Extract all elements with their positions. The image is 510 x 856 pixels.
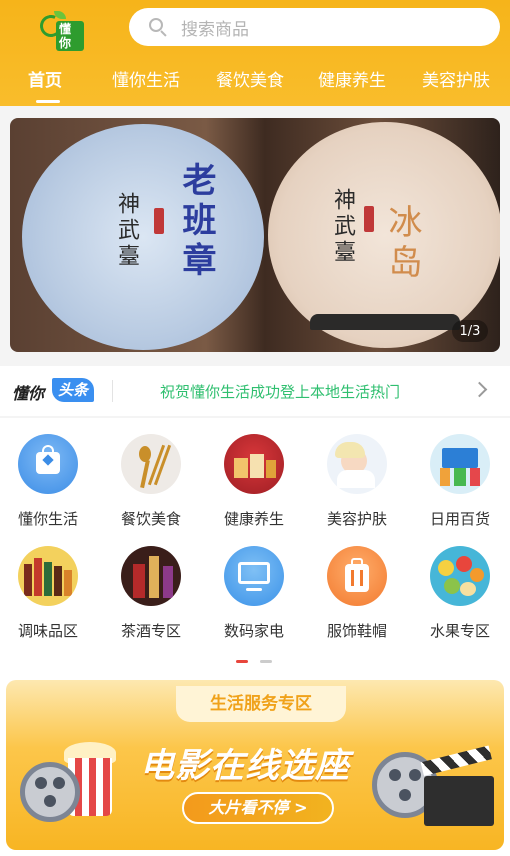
app-logo[interactable]: 懂你 [36,11,84,51]
category-label: 美容护肤 [326,510,387,528]
category-label: 茶酒专区 [120,622,181,640]
news-divider [112,380,113,402]
category-tea-wine[interactable]: 茶酒专区 [101,530,201,640]
category-grid: 懂你生活 餐饮美食 健康养生 美容护肤 日用百货 调味品区 茶酒专区 数码家电 … [0,418,510,674]
spoon-chopsticks-icon [121,434,181,494]
category-food[interactable]: 餐饮美食 [101,418,201,528]
tab-beauty[interactable]: 美容护肤 [422,66,490,91]
active-tab-indicator [36,100,60,103]
category-daily-goods[interactable]: 日用百货 [410,418,510,528]
category-label: 调味品区 [17,622,78,640]
red-seal-icon [154,208,164,234]
search-placeholder: 搜索商品 [181,19,249,40]
category-tabs: 首页 懂你生活 餐饮美食 健康养生 美容护肤 [0,58,510,103]
category-label: 懂你生活 [17,510,78,528]
section-title: 生活服务专区 [176,686,346,722]
skincare-icon [327,434,387,494]
category-label: 健康养生 [223,510,284,528]
category-beauty[interactable]: 美容护肤 [307,418,407,528]
daily-goods-icon [430,434,490,494]
category-label: 日用百货 [429,510,490,528]
news-headline[interactable]: 祝贺懂你生活成功登上本地生活热门 [160,381,400,402]
cake-brand-label: 神武臺 [114,192,139,270]
tea-wine-icon [121,546,181,606]
category-label: 数码家电 [223,622,284,640]
health-products-icon [224,434,284,494]
logo-text: 懂你 [56,21,84,51]
banner-carousel[interactable]: 神武臺 老班章 神武臺 冰岛 1/3 [10,118,500,352]
monitor-icon [224,546,284,606]
top-header: 懂你 搜索商品 首页 懂你生活 餐饮美食 健康养生 美容护肤 [0,0,510,106]
cake-title-label: 老班章 [176,162,216,282]
tab-home[interactable]: 首页 [28,66,62,91]
watch-movies-button[interactable]: 大片看不停 > [182,792,334,824]
category-digital[interactable]: 数码家电 [204,530,304,640]
seasoning-icon [18,546,78,606]
category-health[interactable]: 健康养生 [204,418,304,528]
pager-dot [260,660,272,663]
search-icon [149,18,167,37]
category-seasoning[interactable]: 调味品区 [0,530,98,640]
category-fruit[interactable]: 水果专区 [410,530,510,640]
banner-pager: 1/3 [452,320,488,342]
category-apparel[interactable]: 服饰鞋帽 [307,530,407,640]
category-dongni-life[interactable]: 懂你生活 [0,418,98,528]
cake-brand-label: 神武臺 [330,188,355,266]
promo-headline: 电影在线选座 [140,746,350,786]
clapperboard-icon [420,745,494,826]
life-service-section: 生活服务专区 电影在线选座 大片看不停 > [0,674,510,856]
search-bar[interactable]: 搜索商品 [129,8,500,46]
cake-stand [310,314,460,330]
banner-slide-laobanzhang: 神武臺 老班章 [22,124,264,350]
red-seal-icon [364,206,374,232]
tab-food[interactable]: 餐饮美食 [216,66,284,91]
news-brand-text: 懂你 [12,384,45,403]
fruit-icon [430,546,490,606]
cake-title-label: 冰岛 [382,204,422,284]
category-label: 服饰鞋帽 [326,622,387,640]
chevron-right-icon[interactable] [471,381,488,398]
shopping-bag-icon [18,434,78,494]
category-label: 餐饮美食 [120,510,181,528]
tab-health[interactable]: 健康养生 [318,66,386,91]
news-ticker[interactable]: 懂你 头条 祝贺懂你生活成功登上本地生活热门 [0,366,510,416]
news-brand-badge: 头条 [52,378,95,402]
pager-dot-active [236,660,248,663]
tab-dongni-life[interactable]: 懂你生活 [112,66,180,91]
category-label: 水果专区 [429,622,490,640]
movie-promo-banner[interactable]: 生活服务专区 电影在线选座 大片看不停 > [6,680,504,850]
film-reel-icon [20,762,80,822]
luggage-icon [327,546,387,606]
